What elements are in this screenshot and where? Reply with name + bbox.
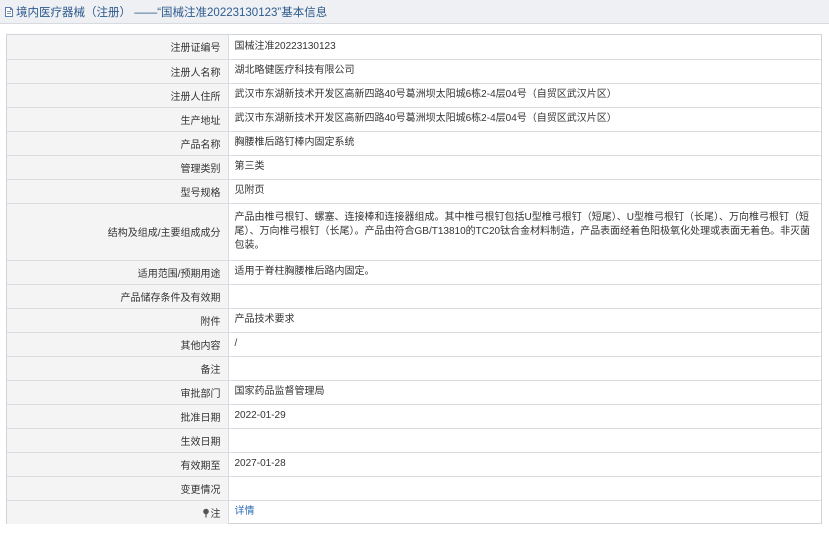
document-icon [3, 6, 15, 18]
row-label: 注册证编号 [7, 35, 229, 60]
row-label: 变更情况 [7, 476, 229, 501]
row-label: 生产地址 [7, 107, 229, 132]
table-row: 生产地址 武汉市东湖新技术开发区高新四路40号葛洲坝太阳城6栋2-4层04号（自… [7, 107, 821, 132]
row-value: 国械注准20223130123 [228, 35, 821, 60]
row-value [228, 476, 821, 501]
table-row: 备注 [7, 356, 821, 381]
page-header: 境内医疗器械（注册） ——“国械注准20223130123”基本信息 [0, 0, 829, 24]
row-label: 型号规格 [7, 179, 229, 204]
table-row: 有效期至 2027-01-28 [7, 452, 821, 477]
table-row: 注册人住所 武汉市东湖新技术开发区高新四路40号葛洲坝太阳城6栋2-4层04号（… [7, 83, 821, 108]
row-value [228, 428, 821, 453]
row-label: 审批部门 [7, 380, 229, 405]
row-label: 附件 [7, 308, 229, 333]
note-label: 注 [210, 508, 221, 520]
details-link[interactable]: 详情 [235, 506, 255, 517]
table-row: 适用范围/预期用途 适用于脊柱胸腰椎后路内固定。 [7, 260, 821, 285]
row-value: 湖北略健医疗科技有限公司 [228, 59, 821, 84]
row-value: 武汉市东湖新技术开发区高新四路40号葛洲坝太阳城6栋2-4层04号（自贸区武汉片… [228, 107, 821, 132]
row-value: 见附页 [228, 179, 821, 204]
table-row: 型号规格 见附页 [7, 179, 821, 204]
table-row: 产品名称 胸腰椎后路钉棒内固定系统 [7, 131, 821, 156]
row-label: 其他内容 [7, 332, 229, 357]
table-row: 其他内容 / [7, 332, 821, 357]
table-row: 管理类别 第三类 [7, 155, 821, 180]
row-label: 有效期至 [7, 452, 229, 477]
table-row: 变更情况 [7, 476, 821, 501]
note-label-cell: 注 [7, 500, 229, 524]
row-value: 第三类 [228, 155, 821, 180]
row-label: 注册人住所 [7, 83, 229, 108]
row-value: 2022-01-29 [228, 404, 821, 429]
table-row: 注 详情 [7, 500, 821, 524]
row-value: / [228, 332, 821, 357]
note-value-cell: 详情 [228, 500, 821, 524]
row-value: 适用于脊柱胸腰椎后路内固定。 [228, 260, 821, 285]
row-label: 注册人名称 [7, 59, 229, 84]
row-label: 批准日期 [7, 404, 229, 429]
row-value: 国家药品监督管理局 [228, 380, 821, 405]
row-label: 产品名称 [7, 131, 229, 156]
row-label: 结构及组成/主要组成成分 [7, 203, 229, 261]
row-value: 2027-01-28 [228, 452, 821, 477]
table-row: 生效日期 [7, 428, 821, 453]
table-row: 结构及组成/主要组成成分 产品由椎弓根钉、螺塞、连接棒和连接器组成。其中椎弓根钉… [7, 203, 821, 261]
row-value: 产品由椎弓根钉、螺塞、连接棒和连接器组成。其中椎弓根钉包括U型椎弓根钉（短尾）、… [228, 203, 821, 261]
table-row: 批准日期 2022-01-29 [7, 404, 821, 429]
table-row: 注册证编号 国械注准20223130123 [7, 35, 821, 60]
row-label: 管理类别 [7, 155, 229, 180]
row-value: 产品技术要求 [228, 308, 821, 333]
info-table: 注册证编号 国械注准20223130123 注册人名称 湖北略健医疗科技有限公司… [6, 34, 822, 524]
row-value [228, 284, 821, 309]
row-label: 产品储存条件及有效期 [7, 284, 229, 309]
row-label: 适用范围/预期用途 [7, 260, 229, 285]
row-value: 武汉市东湖新技术开发区高新四路40号葛洲坝太阳城6栋2-4层04号（自贸区武汉片… [228, 83, 821, 108]
page-title: 境内医疗器械（注册） ——“国械注准20223130123”基本信息 [16, 6, 328, 19]
table-row: 附件 产品技术要求 [7, 308, 821, 333]
table-row: 注册人名称 湖北略健医疗科技有限公司 [7, 59, 821, 84]
row-value: 胸腰椎后路钉棒内固定系统 [228, 131, 821, 156]
table-row: 产品储存条件及有效期 [7, 284, 821, 309]
row-label: 生效日期 [7, 428, 229, 453]
row-value [228, 356, 821, 381]
row-label: 备注 [7, 356, 229, 381]
note-icon [202, 508, 210, 518]
table-row: 审批部门 国家药品监督管理局 [7, 380, 821, 405]
